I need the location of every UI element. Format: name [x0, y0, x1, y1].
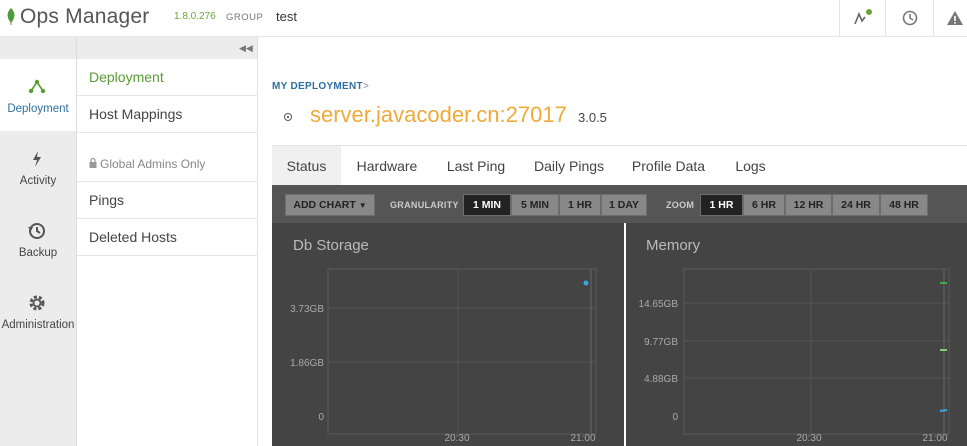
collapse-icon[interactable]: ◀◀: [239, 43, 253, 54]
divider: [885, 0, 886, 36]
alert-icon[interactable]: [945, 8, 965, 28]
nav-item-backup[interactable]: Backup: [0, 203, 76, 275]
granularity-1min-button[interactable]: 1 MIN: [463, 194, 511, 216]
version-number: 1.8.0.276: [174, 11, 216, 22]
plot-frame: [327, 268, 597, 435]
gear-icon: [29, 295, 45, 311]
tab-logs[interactable]: Logs: [728, 146, 773, 186]
group-selector[interactable]: test: [276, 9, 297, 24]
granularity-label: GRANULARITY: [390, 200, 459, 210]
breadcrumb-separator: >: [363, 81, 369, 92]
subnav-label: Deployment: [89, 69, 164, 85]
divider: [933, 0, 934, 36]
subnav-item-deleted-hosts[interactable]: Deleted Hosts: [77, 219, 257, 256]
granularity-1day-button[interactable]: 1 DAY: [601, 194, 647, 216]
nav-item-activity[interactable]: Activity: [0, 131, 76, 203]
y-tick-label: 9.77GB: [644, 337, 678, 348]
memory-chart: 14.65GB 9.77GB 4.88GB 0 20:30 21:00: [639, 268, 950, 444]
sub-nav: Deployment Host Mappings Global Admins O…: [77, 37, 258, 446]
tab-profile-data[interactable]: Profile Data: [627, 146, 710, 186]
plot-frame: [683, 268, 950, 435]
tab-hardware[interactable]: Hardware: [348, 146, 426, 186]
subnav-label: Deleted Hosts: [89, 229, 177, 245]
subnav-section-global-admins: Global Admins Only: [77, 145, 257, 182]
server-version: 3.0.5: [578, 110, 607, 125]
add-chart-button[interactable]: ADD CHART ▼: [285, 194, 375, 216]
nav-label: Deployment: [7, 103, 69, 115]
zoom-48hr-button[interactable]: 48 HR: [880, 194, 928, 216]
zoom-1hr-button[interactable]: 1 HR: [700, 194, 743, 216]
breadcrumb[interactable]: MY DEPLOYMENT: [272, 81, 363, 92]
divider: [839, 0, 840, 36]
subnav-label: Host Mappings: [89, 106, 183, 122]
x-tick-label: 21:00: [570, 433, 595, 444]
granularity-5min-button[interactable]: 5 MIN: [511, 194, 559, 216]
app-name[interactable]: Ops Manager: [20, 5, 149, 29]
zoom-12hr-button[interactable]: 12 HR: [785, 194, 832, 216]
add-chart-label: ADD CHART: [293, 199, 356, 211]
x-tick-label: 21:00: [922, 433, 947, 444]
tab-last-ping[interactable]: Last Ping: [440, 146, 512, 186]
top-bar: Ops Manager 1.8.0.276 GROUP test: [0, 0, 967, 37]
data-point: [583, 280, 589, 286]
deployment-icon: [28, 79, 46, 94]
y-tick-label: 0: [318, 412, 324, 423]
nav-item-deployment[interactable]: Deployment: [0, 59, 76, 131]
subnav-item-host-mappings[interactable]: Host Mappings: [77, 96, 257, 133]
mongodb-leaf-logo-icon: [7, 8, 15, 25]
nav-label: Administration: [1, 319, 75, 331]
tab-bar: Status Hardware Last Ping Daily Pings Pr…: [272, 145, 967, 187]
y-tick-label: 4.88GB: [644, 374, 678, 385]
zoom-label: ZOOM: [666, 200, 695, 210]
group-label: GROUP: [226, 12, 264, 23]
x-tick-label: 20:30: [444, 433, 469, 444]
tab-daily-pings[interactable]: Daily Pings: [528, 146, 610, 186]
y-tick-label: 3.73GB: [290, 304, 324, 315]
server-name: server.javacoder.cn:27017: [310, 102, 567, 127]
subnav-section-label: Global Admins Only: [100, 157, 206, 171]
x-tick-label: 20:30: [796, 433, 821, 444]
server-status-icon: [284, 113, 292, 121]
subnav-collapse-bar[interactable]: [77, 37, 257, 59]
zoom-6hr-button[interactable]: 6 HR: [743, 194, 785, 216]
zoom-24hr-button[interactable]: 24 HR: [832, 194, 880, 216]
subnav-label: Pings: [89, 192, 125, 208]
lightning-icon: [33, 151, 41, 167]
caret-down-icon: ▼: [358, 200, 367, 210]
subnav-item-deployment[interactable]: Deployment: [77, 59, 257, 96]
backup-icon: [28, 223, 45, 239]
lock-icon: [89, 158, 97, 168]
granularity-1hr-button[interactable]: 1 HR: [559, 194, 601, 216]
y-tick-label: 0: [672, 412, 678, 423]
series-mark: [939, 409, 948, 412]
left-nav: Deployment Activity Backup Administratio…: [0, 37, 77, 446]
nav-item-administration[interactable]: Administration: [0, 275, 76, 347]
subnav-item-pings[interactable]: Pings: [77, 182, 257, 219]
y-tick-label: 14.65GB: [639, 299, 679, 310]
db-storage-chart: 3.73GB 1.86GB 0 20:30 21:00: [290, 268, 597, 444]
history-icon[interactable]: [900, 8, 920, 28]
activity-monitor-icon[interactable]: [852, 8, 872, 28]
y-tick-label: 1.86GB: [290, 358, 324, 369]
tab-status[interactable]: Status: [272, 146, 341, 187]
nav-label: Activity: [19, 175, 57, 187]
nav-label: Backup: [18, 247, 58, 259]
